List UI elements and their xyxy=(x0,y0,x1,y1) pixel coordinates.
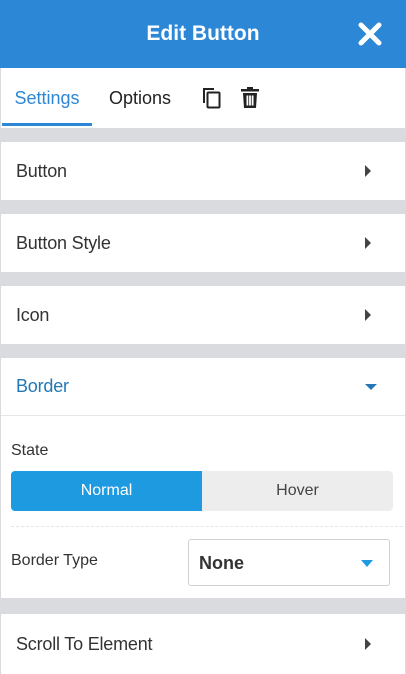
tab-settings[interactable]: Settings xyxy=(2,68,92,128)
section-scroll-to-element[interactable]: Scroll To Element xyxy=(1,614,405,674)
section-scroll-label: Scroll To Element xyxy=(16,633,153,654)
section-button[interactable]: Button xyxy=(1,142,405,200)
dialog-title: Edit Button xyxy=(146,22,260,45)
state-hover-button[interactable]: Hover xyxy=(202,471,393,511)
state-normal-button[interactable]: Normal xyxy=(11,471,202,511)
border-type-value: None xyxy=(199,553,244,573)
close-icon[interactable] xyxy=(356,20,384,48)
tab-options[interactable]: Options xyxy=(109,68,171,128)
section-button-style[interactable]: Button Style xyxy=(1,214,405,272)
section-icon-label: Icon xyxy=(16,304,50,325)
divider xyxy=(11,526,403,527)
border-type-label: Border Type xyxy=(11,552,98,569)
border-panel: State Normal Hover Border Type None xyxy=(1,416,405,598)
section-icon[interactable]: Icon xyxy=(1,286,405,344)
section-button-style-label: Button Style xyxy=(16,232,111,253)
section-border-label: Border xyxy=(16,376,69,396)
section-button-label: Button xyxy=(16,160,67,181)
chevron-right-icon xyxy=(365,237,371,249)
section-border[interactable]: Border xyxy=(1,358,405,416)
chevron-right-icon xyxy=(365,638,371,650)
state-toggle: Normal Hover xyxy=(11,471,393,511)
tab-bar: Settings Options xyxy=(0,68,406,128)
chevron-right-icon xyxy=(365,309,371,321)
chevron-right-icon xyxy=(365,165,371,177)
chevron-down-icon xyxy=(365,383,377,390)
chevron-down-icon xyxy=(361,560,373,567)
dialog-header: Edit Button xyxy=(0,0,406,68)
state-label: State xyxy=(11,442,49,459)
copy-icon[interactable] xyxy=(199,86,223,110)
border-type-select[interactable]: None xyxy=(188,539,390,586)
trash-icon[interactable] xyxy=(238,86,262,110)
